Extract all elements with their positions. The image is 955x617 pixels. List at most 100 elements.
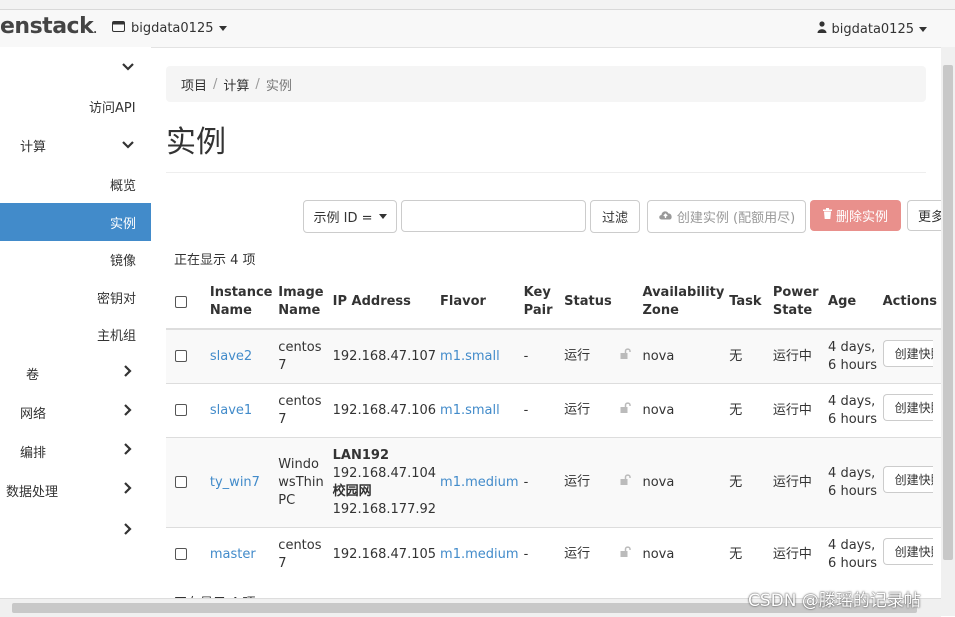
chevron-right-icon (124, 365, 132, 381)
sidebar-item-images[interactable]: 镜像 (0, 241, 151, 277)
flavor-link[interactable]: m1.medium (440, 547, 519, 562)
sidebar-item-network[interactable]: 网络 (0, 394, 151, 430)
chevron-down-icon (122, 137, 134, 153)
sidebar-item-label: 概览 (110, 178, 137, 194)
flavor-link[interactable]: m1.small (440, 403, 500, 418)
breadcrumb-compute[interactable]: 计算 (223, 75, 249, 94)
ip-address: 192.168.47.105 (332, 527, 441, 581)
age: 4 days, 6 hours (828, 328, 883, 384)
sidebar-item-volumes[interactable]: 卷 (0, 355, 151, 391)
col-age[interactable]: Age (828, 276, 883, 330)
age: 4 days, 6 hours (828, 437, 883, 528)
row-checkbox[interactable] (175, 350, 187, 362)
network-label: 校园网 (332, 483, 372, 499)
image-name: centos 7 (278, 527, 333, 581)
instance-name-link[interactable]: slave1 (210, 403, 252, 418)
col-task[interactable]: Task (729, 276, 773, 330)
chevron-right-icon (124, 443, 132, 459)
project-selector[interactable]: bigdata0125 (112, 21, 228, 36)
table-row: ty_win7 WindowsThinPC LAN192 192.168.47.… (166, 437, 941, 528)
sidebar-item-compute[interactable]: 计算 (0, 127, 151, 163)
task: 无 (729, 437, 773, 528)
scrollbar-thumb[interactable] (943, 65, 953, 560)
age: 4 days, 6 hours (828, 383, 883, 438)
sidebar-item-label: 数据处理 (6, 484, 59, 500)
sidebar: 访问API 计算 概览 实例 镜像 密钥对 主机组 卷 网络 编排 数据处理 (0, 47, 151, 616)
col-availability-zone[interactable]: Availability Zone (642, 276, 730, 330)
delete-instances-button[interactable]: 删除实例 (810, 200, 901, 231)
flavor-link[interactable]: m1.small (440, 349, 500, 364)
instance-name-link[interactable]: slave2 (210, 349, 252, 364)
sidebar-item-label: 镜像 (110, 253, 137, 269)
sidebar-item-server-groups[interactable]: 主机组 (0, 316, 151, 352)
status-text: 运行 (564, 348, 591, 364)
vertical-scrollbar[interactable] (941, 47, 955, 616)
power-state: 运行中 (772, 328, 829, 384)
sidebar-item-collapse[interactable] (0, 49, 151, 85)
chevron-right-icon (124, 482, 132, 498)
unlock-icon (620, 401, 632, 419)
sidebar-item-label: 实例 (110, 216, 137, 232)
item-count: 正在显示 4 项 (174, 253, 256, 268)
row-checkbox[interactable] (175, 476, 187, 488)
availability-zone: nova (642, 383, 730, 438)
row-checkbox[interactable] (175, 404, 187, 416)
create-snapshot-button[interactable]: 创建快照 (882, 466, 933, 493)
sidebar-item-label: 主机组 (97, 328, 137, 344)
ip-address: 192.168.47.107 (332, 328, 441, 384)
col-actions: Actions (882, 276, 941, 330)
chevron-right-icon (124, 523, 132, 539)
cloud-upload-icon (658, 209, 673, 224)
brand-logo[interactable]: enstack. (0, 14, 97, 39)
col-key-pair[interactable]: Key Pair (523, 276, 565, 330)
key-pair: - (523, 527, 565, 581)
filter-button[interactable]: 过滤 (590, 200, 640, 233)
ip-address-cell: LAN192 192.168.47.104 校园网 192.168.177.92 (332, 437, 441, 528)
chevron-down-icon (919, 26, 927, 32)
user-menu[interactable]: bigdata0125 (817, 21, 927, 37)
chevron-down-icon (378, 214, 387, 219)
filter-field-select[interactable]: 示例 ID = (303, 200, 397, 233)
row-select-cell (166, 527, 210, 581)
create-snapshot-button[interactable]: 创建快照 (882, 394, 933, 421)
sidebar-item-instances[interactable]: 实例 (0, 203, 151, 241)
create-snapshot-button[interactable]: 创建快照 (882, 538, 933, 565)
col-instance-name[interactable]: Instance Name (209, 276, 279, 330)
col-power-state[interactable]: Power State (772, 276, 829, 330)
col-image-name[interactable]: Image Name (278, 276, 333, 330)
key-pair: - (523, 328, 565, 384)
create-snapshot-button[interactable]: 创建快照 (882, 340, 933, 367)
sidebar-item-data-processing[interactable]: 数据处理 (0, 472, 151, 508)
instance-name-link[interactable]: ty_win7 (210, 475, 260, 490)
row-select-cell (166, 383, 210, 438)
more-actions-button[interactable]: 更多 (907, 200, 941, 231)
top-navbar: enstack. bigdata0125 bigdata0125 (0, 10, 955, 48)
user-icon (817, 21, 827, 37)
trash-icon (822, 208, 832, 223)
filter-input[interactable] (401, 200, 586, 232)
power-state: 运行中 (772, 437, 829, 528)
col-flavor[interactable]: Flavor (440, 276, 524, 330)
sidebar-item-overview[interactable]: 概览 (0, 166, 151, 202)
row-checkbox[interactable] (175, 548, 187, 560)
main-content: 项目 / 计算 / 实例 实例 示例 ID = 过滤 创建实例 (配额用尽) 删… (166, 47, 941, 616)
task: 无 (729, 527, 773, 581)
table-row: slave2 centos 7 192.168.47.107 m1.small … (166, 328, 941, 384)
sidebar-item-key-pairs[interactable]: 密钥对 (0, 279, 151, 315)
col-status[interactable]: Status (564, 276, 643, 330)
sidebar-item-orchestration[interactable]: 编排 (0, 433, 151, 469)
instance-name-link[interactable]: master (210, 547, 256, 562)
create-instance-label: 创建实例 (配额用尽) (676, 211, 796, 226)
brand-text: enstack (0, 14, 94, 39)
create-instance-button[interactable]: 创建实例 (配额用尽) (647, 200, 806, 233)
status-cell: 运行 (564, 437, 643, 528)
flavor-link[interactable]: m1.medium (440, 475, 519, 490)
select-all-checkbox[interactable] (175, 295, 187, 308)
breadcrumb-project[interactable]: 项目 (181, 75, 207, 94)
sidebar-item-more[interactable] (0, 513, 151, 549)
sidebar-item-api-access[interactable]: 访问API (0, 88, 151, 124)
breadcrumb-separator: / (255, 76, 260, 92)
task: 无 (729, 328, 773, 384)
unlock-icon (620, 347, 632, 365)
col-ip-address[interactable]: IP Address (332, 276, 441, 330)
